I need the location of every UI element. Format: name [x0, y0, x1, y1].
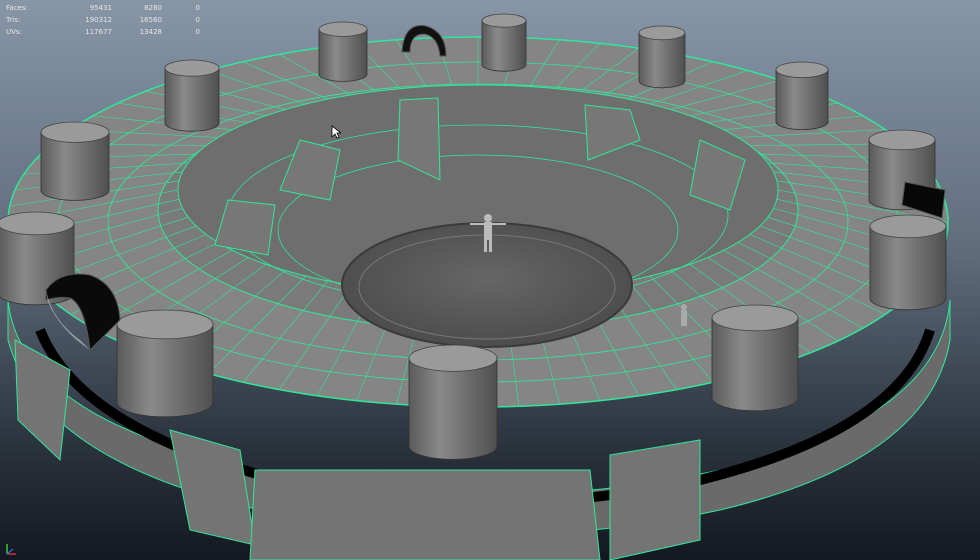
hud-value: 190312	[85, 16, 112, 24]
pillar-side	[318, 28, 368, 82]
pillar-side	[481, 20, 527, 72]
pillar[interactable]	[869, 214, 947, 311]
hud-value: 8280	[144, 4, 162, 12]
pillar[interactable]	[408, 344, 498, 460]
pillar-top	[116, 309, 214, 340]
hud-value: 117677	[85, 28, 112, 36]
hud-row: Tris: 190312 16560 0	[6, 14, 200, 26]
hud-value: 13428	[139, 28, 162, 36]
hud-label: Tris:	[6, 16, 21, 24]
hud-label: UVs:	[6, 28, 22, 36]
hud-value: 0	[195, 4, 200, 12]
pillar-side	[711, 317, 799, 412]
xyz-axis-gizmo-icon	[6, 544, 16, 555]
pillar-top	[711, 304, 799, 332]
pillar-side	[775, 69, 829, 130]
pillar[interactable]	[40, 121, 110, 201]
pillar[interactable]	[775, 61, 829, 130]
arrow-cursor-icon	[331, 125, 341, 139]
hud-value: 16560	[139, 16, 162, 24]
pillar-top	[318, 21, 368, 37]
pillar-top	[408, 344, 498, 372]
pillar-top	[638, 25, 686, 41]
pillar[interactable]	[318, 21, 368, 82]
pillar-top	[164, 59, 220, 77]
small-figure[interactable]	[681, 304, 687, 326]
pillar[interactable]	[711, 304, 799, 412]
pillar-side	[164, 67, 220, 132]
pillar-side	[638, 32, 686, 89]
pillar[interactable]	[481, 13, 527, 72]
hud-value: 0	[195, 16, 200, 24]
pillar[interactable]	[164, 59, 220, 132]
hud-row: Faces: 95431 8280 0	[6, 2, 200, 14]
scene-render[interactable]	[0, 0, 980, 560]
pillar-top	[775, 61, 829, 79]
hud-value: 0	[195, 28, 200, 36]
hud-value: 95431	[89, 4, 112, 12]
3d-viewport[interactable]: Faces: 95431 8280 0 Tris: 190312 16560 0 UVs: 117…	[0, 0, 980, 560]
pillar-top	[0, 211, 75, 236]
hud-label: Faces:	[6, 4, 28, 12]
pillar[interactable]	[116, 309, 214, 418]
pillar[interactable]	[638, 25, 686, 89]
pillar-side	[869, 226, 947, 311]
poly-count-hud: Faces: 95431 8280 0 Tris: 190312 16560 0 UVs: 117…	[6, 2, 200, 38]
pillar-side	[408, 357, 498, 460]
pillar-top	[481, 13, 527, 28]
pillar-top	[868, 129, 936, 151]
pillar-top	[40, 121, 110, 143]
pillar-top	[869, 214, 947, 239]
hud-row: UVs: 117677 13428 0	[6, 26, 200, 38]
